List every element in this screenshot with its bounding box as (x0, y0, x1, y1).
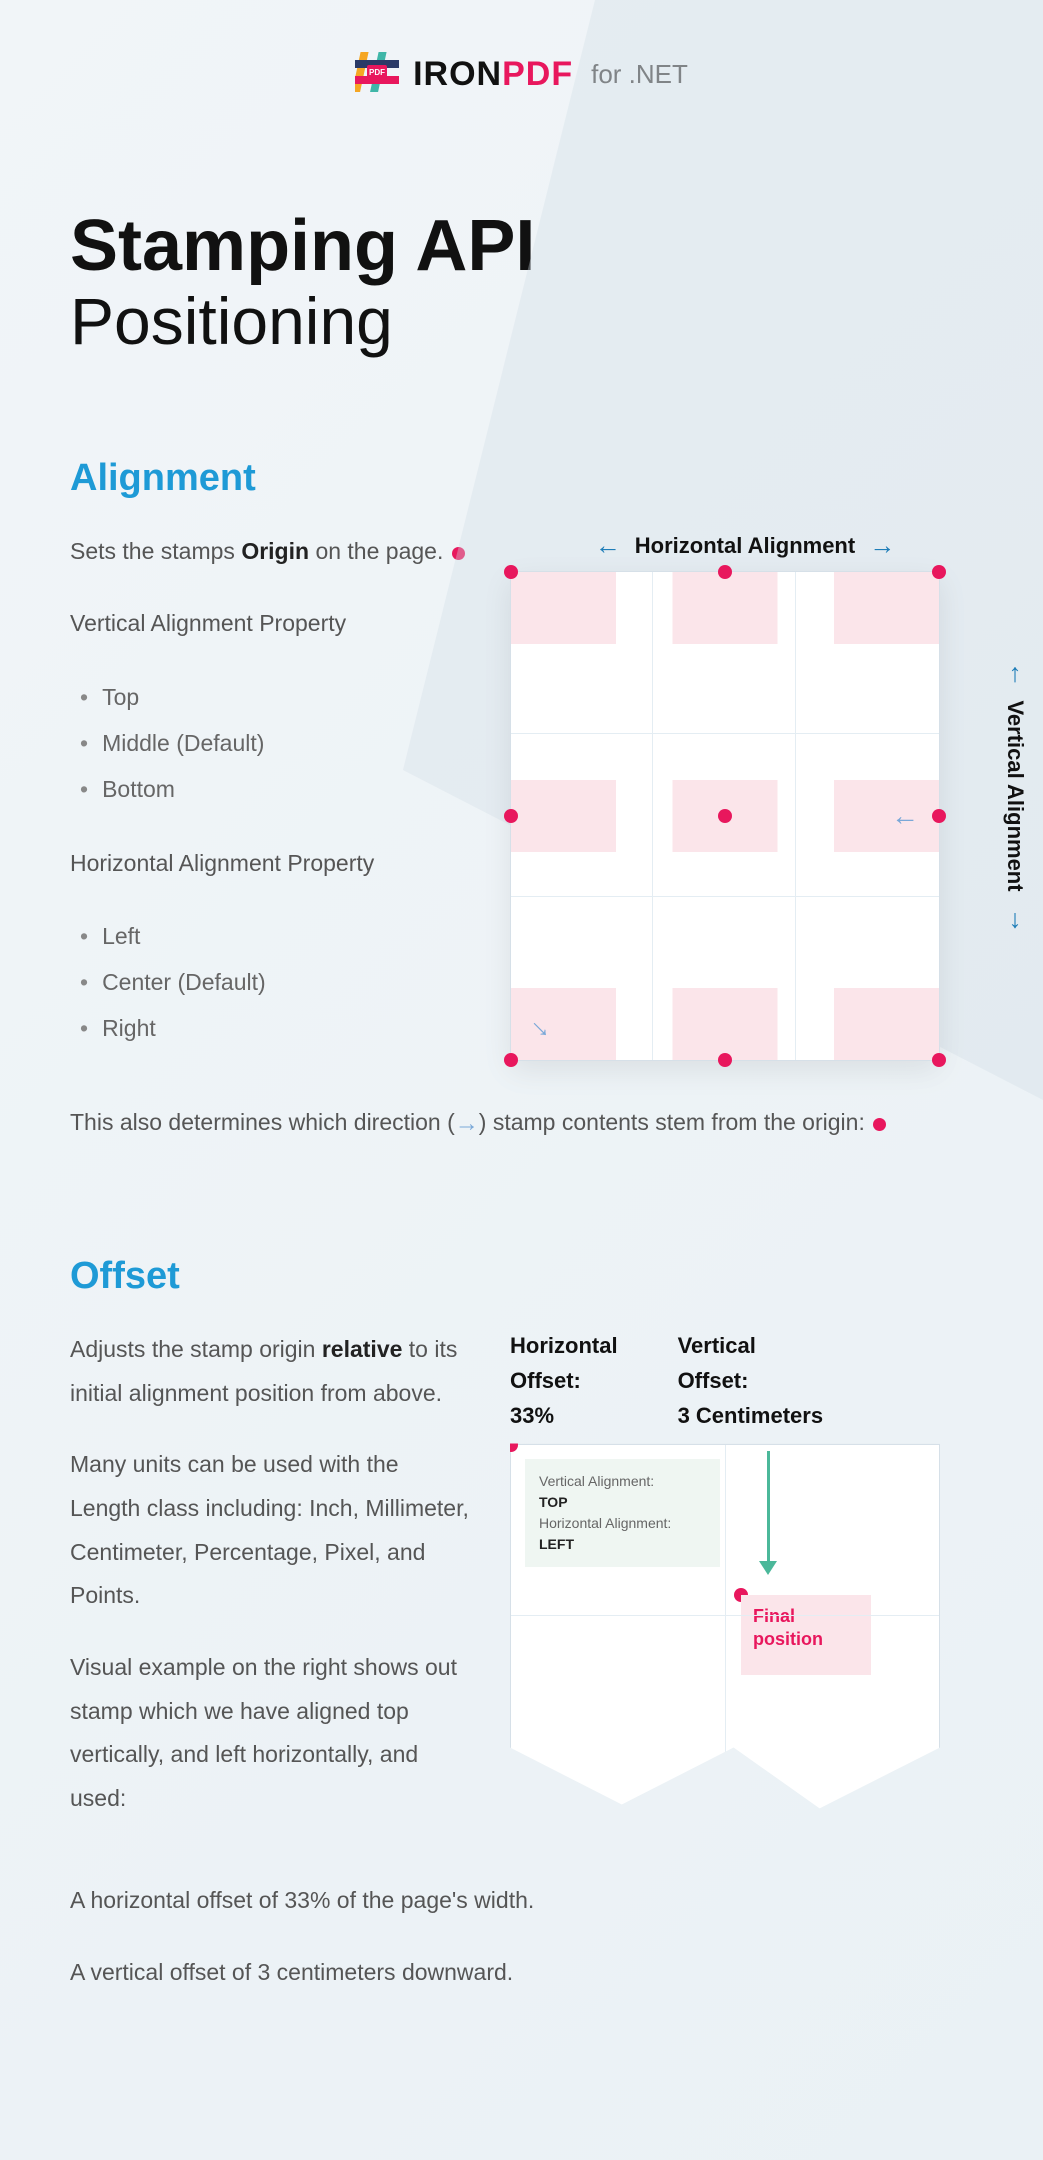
origin-dot-icon (873, 1118, 886, 1131)
horizontal-offset-label: Horizontal Offset: 33% → (510, 1328, 618, 1434)
offset-heading: Offset (70, 1255, 973, 1298)
stamp-cell (511, 780, 616, 852)
alignment-info-box: Vertical Alignment: TOP Horizontal Align… (525, 1459, 720, 1567)
offset-intro: Adjusts the stamp origin relative to its… (70, 1328, 470, 1415)
logo-subtitle: for .NET (591, 59, 688, 90)
list-item: Center (Default) (80, 959, 470, 1005)
alignment-diagram: ← Horizontal Alignment → (510, 530, 980, 1061)
offset-example-lead: Visual example on the right shows out st… (70, 1646, 470, 1821)
stamp-cell (673, 988, 778, 1060)
alignment-intro: Sets the stamps Origin on the page. (70, 530, 470, 574)
title-line1: Stamping API (70, 209, 973, 285)
origin-dot-icon (504, 1053, 518, 1067)
stamp-cell (834, 780, 939, 852)
header: PDF IRONPDF for .NET (0, 0, 1043, 99)
list-item: Middle (Default) (80, 720, 470, 766)
offset-bullet-1: A horizontal offset of 33% of the page's… (70, 1879, 973, 1923)
product-logo: PDF IRONPDF for .NET (355, 50, 688, 99)
offset-diagram: Vertical Alignment: TOP Horizontal Align… (510, 1444, 940, 1824)
arrow-down-icon: ↓ (1009, 903, 1022, 934)
offset-axis-labels: Horizontal Offset: 33% → Vertical Offset… (510, 1328, 973, 1434)
horizontal-property-title: Horizontal Alignment Property (70, 842, 470, 886)
vertical-options-list: Top Middle (Default) Bottom (70, 674, 470, 812)
origin-dot-icon (932, 565, 946, 579)
origin-dot-icon (932, 809, 946, 823)
logo-iron: IRON (413, 55, 502, 93)
horizontal-options-list: Left Center (Default) Right (70, 913, 470, 1051)
stamp-cell (834, 572, 939, 644)
stamp-cell (834, 988, 939, 1060)
vertical-offset-label: Vertical Offset: 3 Centimeters (678, 1328, 824, 1434)
origin-dot-icon (718, 1053, 732, 1067)
page-title: Stamping API Positioning (0, 99, 1043, 397)
grid-box: ← → (510, 571, 940, 1061)
section-alignment: Alignment Sets the stamps Origin on the … (0, 397, 1043, 1195)
svg-text:PDF: PDF (369, 68, 385, 77)
vertical-axis-label: ↑ Vertical Alignment ↓ (1002, 657, 1028, 934)
arrow-right-icon: → (455, 1101, 479, 1147)
direction-arrow-icon: ← (891, 800, 919, 832)
alignment-heading: Alignment (70, 457, 973, 500)
list-item: Bottom (80, 766, 470, 812)
arrow-right-icon: → (869, 530, 895, 561)
arrow-down-icon (759, 1451, 777, 1575)
origin-dot-icon (504, 1438, 518, 1452)
arrow-left-icon: ← (595, 530, 621, 561)
list-item: Top (80, 674, 470, 720)
origin-dot-icon (932, 1053, 946, 1067)
stamp-cell (511, 572, 616, 644)
logo-text: IRONPDF (413, 55, 573, 94)
horizontal-axis-label: ← Horizontal Alignment → (510, 530, 980, 561)
vertical-property-title: Vertical Alignment Property (70, 602, 470, 646)
list-item: Right (80, 1005, 470, 1051)
logo-pdf: PDF (502, 55, 573, 93)
final-position-box: Final position (741, 1595, 871, 1675)
origin-dot-icon (452, 547, 465, 560)
section-offset: Offset Adjusts the stamp origin relative… (0, 1195, 1043, 2042)
title-line2: Positioning (70, 285, 973, 358)
stamp-cell (673, 572, 778, 644)
arrow-up-icon: ↑ (1009, 657, 1022, 688)
logo-hash-icon: PDF (355, 50, 399, 99)
list-item: Left (80, 913, 470, 959)
alignment-footnote: This also determines which direction (→)… (70, 1101, 973, 1147)
offset-units: Many units can be used with the Length c… (70, 1443, 470, 1618)
offset-bullet-2: A vertical offset of 3 centimeters downw… (70, 1951, 973, 1995)
